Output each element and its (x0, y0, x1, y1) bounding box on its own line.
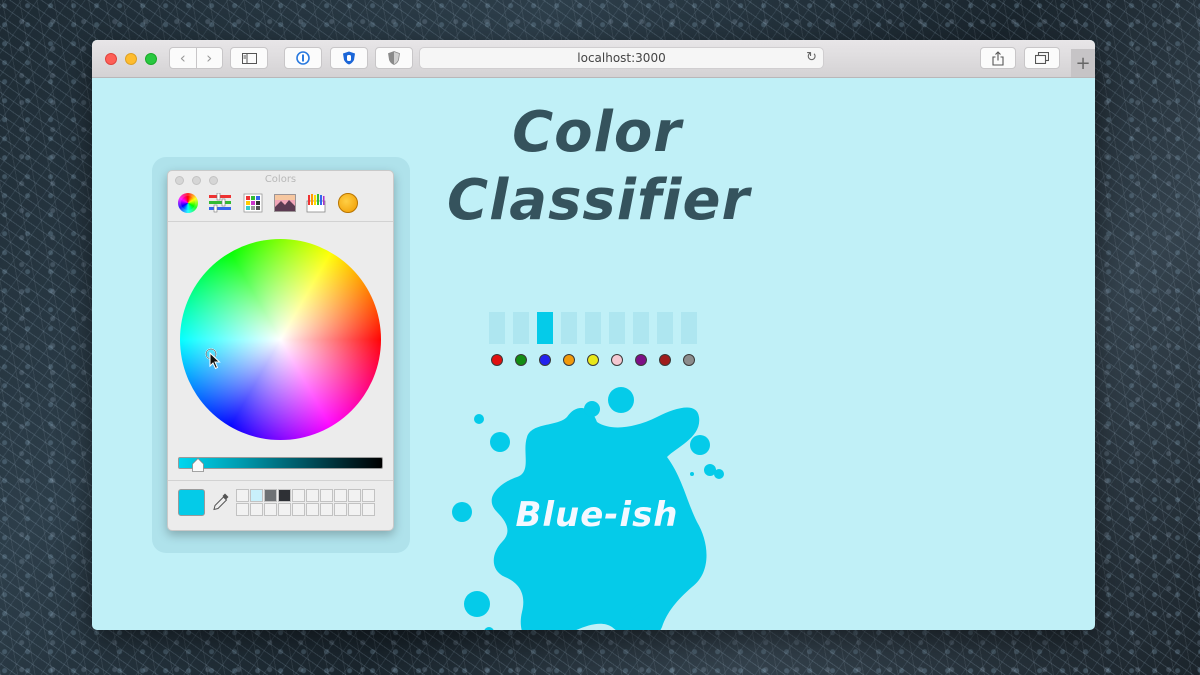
title-line-2: Classifier (447, 168, 751, 233)
saved-swatch[interactable] (264, 503, 277, 516)
address-text: localhost:3000 (577, 51, 666, 65)
saved-swatch[interactable] (320, 489, 333, 502)
saved-swatch[interactable] (292, 503, 305, 516)
classification-result: Blue-ish (515, 495, 679, 535)
class-color-dot (635, 354, 647, 366)
class-probability-bar (561, 312, 577, 344)
class-color-dot (491, 354, 503, 366)
address-bar[interactable]: localhost:3000 ↻ (419, 47, 824, 69)
title-line-1: Color (512, 100, 682, 165)
current-color-well[interactable] (178, 489, 205, 516)
class-probability-bar (681, 312, 697, 344)
saved-swatch[interactable] (334, 503, 347, 516)
saved-swatch[interactable] (362, 503, 375, 516)
class-color-dot (563, 354, 575, 366)
minimize-window-button[interactable] (125, 53, 137, 65)
color-sliders-icon[interactable] (209, 192, 231, 213)
class-probability-bar (513, 312, 529, 344)
share-icon (992, 50, 1004, 66)
saved-swatch[interactable] (236, 489, 249, 502)
close-window-button[interactable] (105, 53, 117, 65)
navigation-buttons: ‹ › (169, 47, 223, 69)
saved-swatch[interactable] (250, 489, 263, 502)
saved-swatch[interactable] (278, 503, 291, 516)
crayon-icon[interactable] (338, 193, 358, 213)
panel-title: Colors (264, 174, 297, 185)
color-wheel[interactable] (180, 239, 381, 440)
shield-hand-icon (343, 51, 355, 65)
eyedropper-icon[interactable] (212, 492, 230, 512)
class-probability-bar (657, 312, 673, 344)
saved-swatch[interactable] (292, 489, 305, 502)
class-probability-bar (609, 312, 625, 344)
password-manager-icon (296, 51, 310, 65)
class-probability-bar (489, 312, 505, 344)
sidebar-button[interactable] (230, 47, 268, 69)
color-wheel-icon[interactable] (178, 193, 198, 213)
new-tab-button[interactable]: + (1071, 49, 1095, 77)
saved-swatch[interactable] (306, 489, 319, 502)
tab-overview-button[interactable] (1024, 47, 1060, 69)
class-probability-bar (537, 312, 553, 344)
class-color-dot (611, 354, 623, 366)
browser-toolbar: ‹ › localhost:3000 ↻ + (92, 40, 1095, 78)
brightness-slider[interactable] (178, 457, 383, 469)
class-probability-bar (585, 312, 601, 344)
share-button[interactable] (980, 47, 1016, 69)
reload-icon[interactable]: ↻ (806, 50, 817, 65)
tabs-icon (1035, 52, 1049, 64)
class-color-dot (659, 354, 671, 366)
password-extension-button[interactable] (284, 47, 322, 69)
back-button[interactable]: ‹ (170, 49, 196, 67)
privacy-extension-button[interactable] (330, 47, 368, 69)
page-title: Color Classifier (447, 99, 751, 235)
browser-window: ‹ › localhost:3000 ↻ + Colors Color Clas… (92, 40, 1095, 630)
saved-swatch[interactable] (334, 489, 347, 502)
class-color-dot (587, 354, 599, 366)
content-blocker-button[interactable] (375, 47, 413, 69)
zoom-window-button[interactable] (145, 53, 157, 65)
saved-swatch[interactable] (264, 489, 277, 502)
classification-bars (489, 312, 701, 344)
panel-divider (168, 480, 393, 481)
class-probability-fill (537, 312, 553, 344)
saved-swatch[interactable] (236, 503, 249, 516)
class-color-dot (515, 354, 527, 366)
color-palettes-icon[interactable] (243, 193, 263, 213)
saved-swatch[interactable] (348, 489, 361, 502)
saved-swatch[interactable] (306, 503, 319, 516)
page-content: Colors Color Classifier Blue-ish (92, 77, 1095, 630)
mouse-pointer-icon (209, 352, 221, 370)
image-palettes-icon[interactable] (274, 193, 296, 213)
saved-swatch[interactable] (320, 503, 333, 516)
class-color-dot (683, 354, 695, 366)
saved-swatch[interactable] (250, 503, 263, 516)
brightness-slider-thumb[interactable] (192, 458, 204, 472)
panel-divider (168, 221, 393, 222)
class-probability-bar (633, 312, 649, 344)
colors-panel: Colors (167, 170, 394, 531)
class-color-dot (539, 354, 551, 366)
saved-swatches-grid (236, 489, 376, 516)
shield-icon (388, 51, 400, 65)
sidebar-icon (241, 52, 257, 64)
saved-swatch[interactable] (362, 489, 375, 502)
pencils-icon[interactable] (306, 193, 326, 213)
saved-swatch[interactable] (278, 489, 291, 502)
saved-swatch[interactable] (348, 503, 361, 516)
forward-button[interactable]: › (197, 49, 223, 67)
